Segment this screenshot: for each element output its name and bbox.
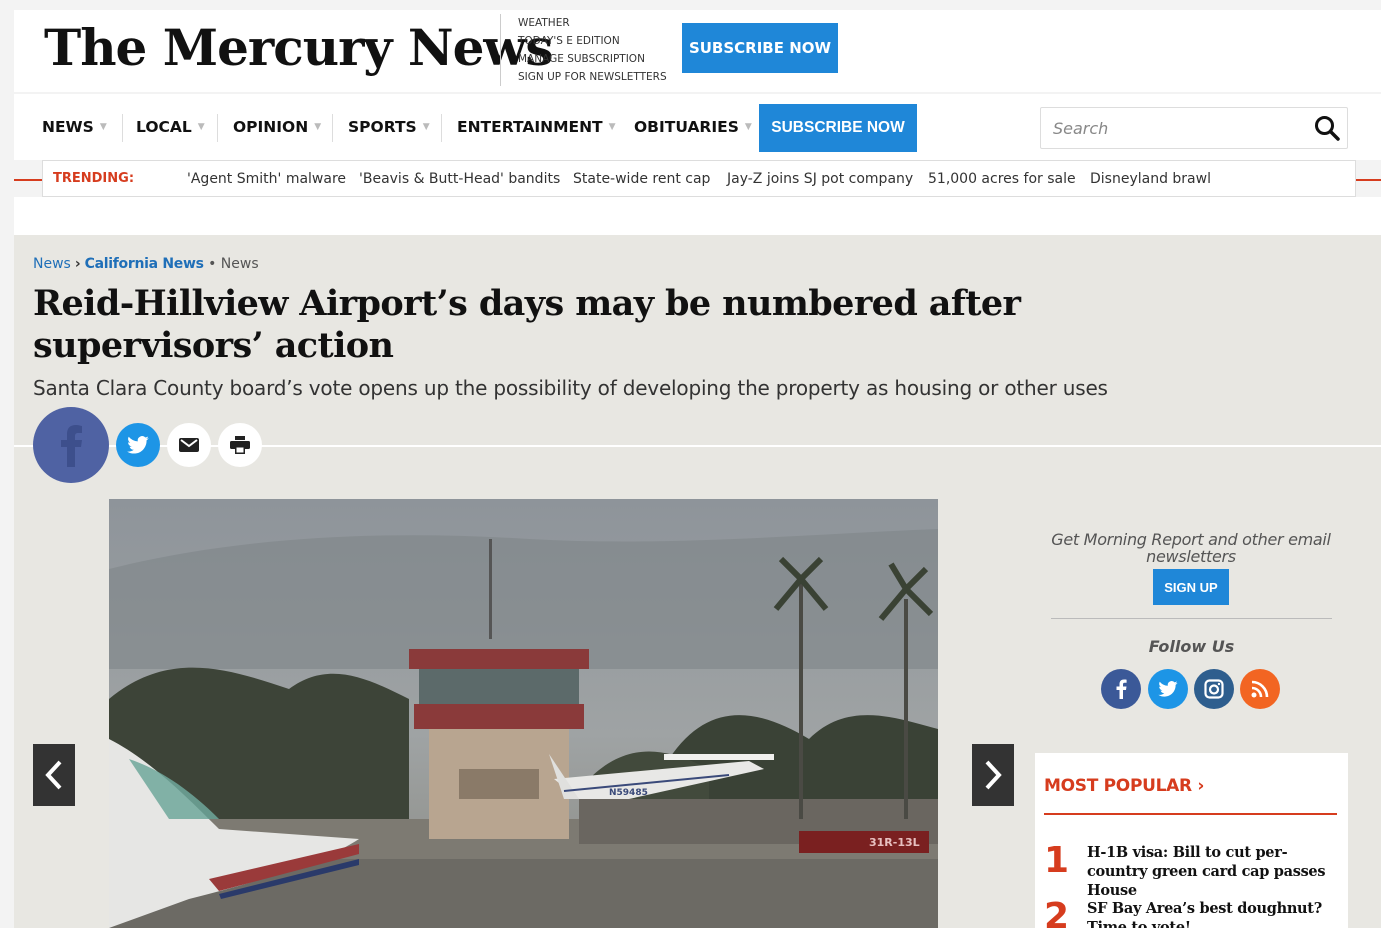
- trending-link[interactable]: State-wide rent cap: [573, 171, 710, 187]
- facebook-icon: [1116, 679, 1127, 699]
- nav-label: ENTERTAINMENT: [457, 118, 603, 136]
- search-icon[interactable]: [1313, 114, 1341, 142]
- popular-title: H-1B visa: Bill to cut per-country green…: [1087, 844, 1326, 899]
- manage-subscription-link[interactable]: MANAGE SUBSCRIPTION: [518, 50, 667, 68]
- chevron-right-icon: ›: [74, 256, 81, 272]
- instagram-icon: [1204, 679, 1224, 699]
- chevron-left-icon: [45, 760, 62, 790]
- article-subhead: Santa Clara County board’s vote opens up…: [33, 376, 1108, 400]
- popular-title: SF Bay Area’s best doughnut? Time to vot…: [1087, 900, 1322, 928]
- mail-icon: [179, 438, 199, 452]
- share-facebook-button[interactable]: [33, 407, 109, 483]
- subscribe-button-header[interactable]: SUBSCRIBE NOW: [682, 23, 838, 73]
- trending-link[interactable]: Disneyland brawl: [1090, 171, 1211, 187]
- popular-rank: 1: [1044, 840, 1070, 881]
- share-twitter-button[interactable]: [116, 423, 160, 467]
- airport-tower-photo: 31R-13L N59485: [109, 499, 938, 928]
- weather-link[interactable]: WEATHER: [518, 14, 667, 32]
- nav-divider: [217, 114, 218, 142]
- facebook-icon: [61, 425, 82, 467]
- breadcrumb-california-news[interactable]: California News: [85, 256, 204, 272]
- nav-item-news[interactable]: NEWS ▼: [42, 104, 107, 150]
- subscribe-button-nav[interactable]: SUBSCRIBE NOW: [759, 104, 917, 152]
- newsletter-signup-link[interactable]: SIGN UP FOR NEWSLETTERS: [518, 68, 667, 86]
- nav-label: NEWS: [42, 118, 94, 136]
- breadcrumb-news[interactable]: News: [33, 256, 71, 272]
- print-icon: [230, 436, 250, 454]
- newsletter-promo: Get Morning Report and other email newsl…: [1035, 531, 1347, 605]
- trending-link[interactable]: 51,000 acres for sale: [928, 171, 1076, 187]
- popular-rank: 2: [1044, 896, 1070, 928]
- follow-facebook-link[interactable]: [1101, 669, 1141, 709]
- article-area: News › California News • News Reid-Hillvie…: [14, 235, 1381, 928]
- caret-down-icon: ▼: [197, 122, 205, 132]
- nav-label: LOCAL: [136, 118, 192, 136]
- nav-item-sports[interactable]: SPORTS ▼: [348, 104, 430, 150]
- share-email-button[interactable]: [167, 423, 211, 467]
- nav-item-obituaries[interactable]: OBITUARIES ▼: [634, 104, 752, 150]
- caret-down-icon: ▼: [744, 122, 752, 132]
- breadcrumb: News › California News • News: [33, 256, 259, 272]
- caret-down-icon: ▼: [422, 122, 430, 132]
- header-divider: [500, 14, 501, 86]
- tail-number: N59485: [609, 788, 648, 798]
- site-logo[interactable]: The Mercury News: [44, 18, 554, 77]
- search-input[interactable]: [1041, 108, 1311, 148]
- follow-instagram-link[interactable]: [1194, 669, 1234, 709]
- chevron-right-icon: [985, 760, 1002, 790]
- gallery-prev-button[interactable]: [33, 744, 75, 806]
- nav-item-local[interactable]: LOCAL ▼: [136, 104, 205, 150]
- twitter-icon: [127, 436, 149, 454]
- nav-item-opinion[interactable]: OPINION ▼: [233, 104, 321, 150]
- follow-twitter-link[interactable]: [1148, 669, 1188, 709]
- newsletter-signup-button[interactable]: SIGN UP: [1153, 569, 1229, 605]
- share-print-button[interactable]: [218, 423, 262, 467]
- rss-icon: [1251, 680, 1269, 698]
- breadcrumb-separator: •: [208, 256, 217, 272]
- nav-divider: [441, 114, 442, 142]
- trending-bar: TRENDING: 'Agent Smith' malware 'Beavis …: [42, 160, 1356, 197]
- nav-label: SPORTS: [348, 118, 417, 136]
- nav-divider: [332, 114, 333, 142]
- main-nav: NEWS ▼ LOCAL ▼ OPINION ▼ SPORTS ▼ ENTERTAINM…: [14, 94, 1381, 160]
- utility-links: WEATHER TODAY'S E EDITION MANAGE SUBSCRI…: [518, 14, 667, 86]
- article-headline: Reid-Hillview Airport’s days may be numb…: [33, 283, 1021, 366]
- nav-item-entertainment[interactable]: ENTERTAINMENT ▼: [457, 104, 616, 150]
- caret-down-icon: ▼: [314, 122, 322, 132]
- sidebar-divider: [1051, 618, 1332, 619]
- twitter-icon: [1158, 681, 1178, 697]
- breadcrumb-tag: News: [220, 256, 259, 272]
- e-edition-link[interactable]: TODAY'S E EDITION: [518, 32, 667, 50]
- follow-us-label: Follow Us: [1148, 637, 1235, 656]
- caret-down-icon: ▼: [99, 122, 107, 132]
- most-popular-widget: MOST POPULAR › 1 H-1B visa: Bill to cut …: [1035, 753, 1348, 928]
- trending-link[interactable]: 'Beavis & Butt-Head' bandits: [359, 171, 560, 187]
- most-popular-title[interactable]: MOST POPULAR ›: [1044, 776, 1204, 796]
- runway-sign: 31R-13L: [869, 836, 920, 849]
- nav-divider: [122, 114, 123, 142]
- search-box: [1040, 107, 1348, 149]
- gallery-next-button[interactable]: [972, 744, 1014, 806]
- article-photo: 31R-13L N59485: [109, 499, 938, 928]
- trending-link[interactable]: Jay-Z joins SJ pot company: [727, 171, 913, 187]
- nav-label: OBITUARIES: [634, 118, 739, 136]
- trending-link[interactable]: 'Agent Smith' malware: [187, 171, 346, 187]
- follow-rss-link[interactable]: [1240, 669, 1280, 709]
- most-popular-rule: [1044, 813, 1337, 815]
- trending-label: TRENDING:: [53, 171, 135, 186]
- caret-down-icon: ▼: [608, 122, 616, 132]
- nav-label: OPINION: [233, 118, 309, 136]
- newsletter-promo-text: Get Morning Report and other email newsl…: [1051, 530, 1331, 566]
- masthead: The Mercury News WEATHER TODAY'S E EDITI…: [14, 10, 1381, 92]
- header-spacer: [14, 197, 1381, 235]
